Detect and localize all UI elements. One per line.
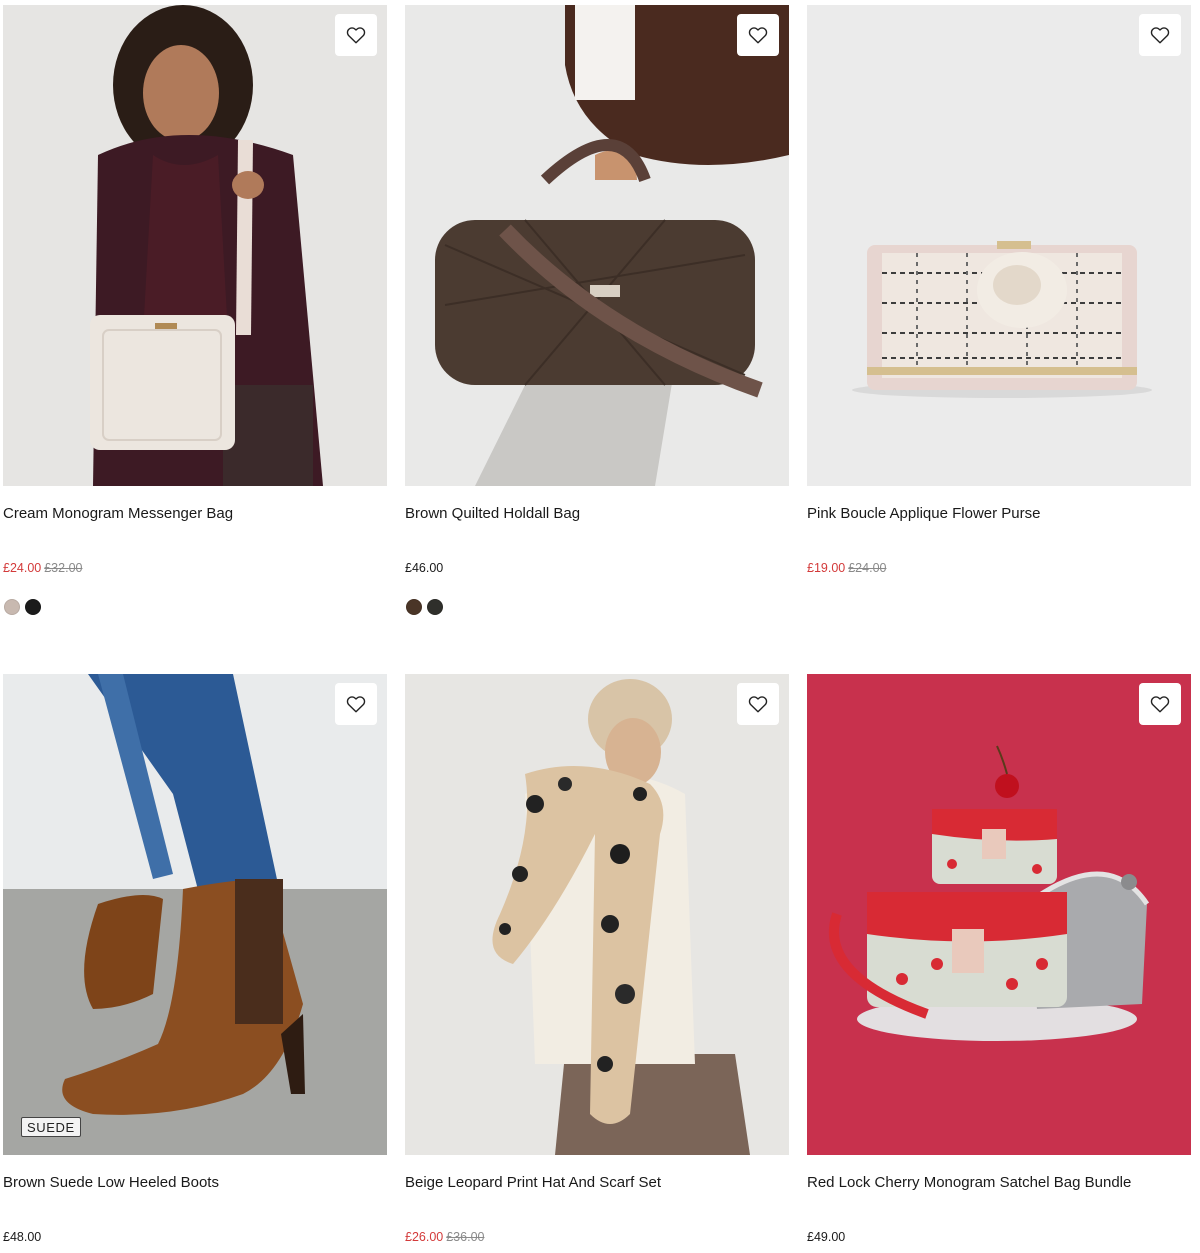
product-price: £26.00 £36.00	[405, 1230, 484, 1244]
wishlist-button[interactable]	[1139, 14, 1181, 56]
product-image[interactable]	[405, 5, 789, 486]
product-title[interactable]: Cream Monogram Messenger Bag	[3, 505, 233, 522]
product-title[interactable]: Beige Leopard Print Hat And Scarf Set	[405, 1174, 661, 1191]
color-swatch-cream[interactable]	[4, 599, 20, 615]
color-swatches	[406, 599, 443, 615]
product-image[interactable]	[3, 5, 387, 486]
material-badge: SUEDE	[21, 1117, 81, 1137]
product-photo-holdall-bag	[405, 5, 789, 486]
product-price: £24.00 £32.00	[3, 561, 82, 575]
product-image[interactable]	[405, 674, 789, 1155]
heart-icon	[1150, 27, 1170, 44]
product-image[interactable]: SUEDE	[3, 674, 387, 1155]
product-card[interactable]: Cream Monogram Messenger Bag £24.00 £32.0…	[3, 5, 387, 615]
regular-price: £46.00	[405, 561, 444, 575]
heart-icon	[346, 27, 366, 44]
color-swatches	[4, 599, 41, 615]
product-price: £49.00	[807, 1230, 845, 1244]
product-title[interactable]: Brown Suede Low Heeled Boots	[3, 1174, 219, 1191]
color-swatch-dark[interactable]	[427, 599, 443, 615]
sale-price: £26.00	[405, 1230, 444, 1244]
product-price: £19.00 £24.00	[807, 561, 886, 575]
heart-icon	[1150, 696, 1170, 713]
product-title[interactable]: Red Lock Cherry Monogram Satchel Bag Bun…	[807, 1174, 1131, 1191]
product-price: £48.00	[3, 1230, 41, 1244]
product-photo-hat-scarf	[405, 674, 789, 1155]
product-price: £46.00	[405, 561, 443, 575]
product-card[interactable]: Beige Leopard Print Hat And Scarf Set £2…	[405, 674, 789, 1244]
wishlist-button[interactable]	[1139, 683, 1181, 725]
wishlist-button[interactable]	[335, 14, 377, 56]
wishlist-button[interactable]	[737, 683, 779, 725]
product-card[interactable]: Red Lock Cherry Monogram Satchel Bag Bun…	[807, 674, 1191, 1244]
product-photo-suede-boots	[3, 674, 387, 1155]
product-title[interactable]: Brown Quilted Holdall Bag	[405, 505, 580, 522]
product-photo-cherry-satchel	[807, 674, 1191, 1155]
product-card[interactable]: Brown Quilted Holdall Bag £46.00	[405, 5, 789, 615]
product-card[interactable]: Pink Boucle Applique Flower Purse £19.00…	[807, 5, 1191, 575]
regular-price: £48.00	[3, 1230, 42, 1244]
product-image[interactable]	[807, 5, 1191, 486]
product-photo-messenger-bag	[3, 5, 387, 486]
color-swatch-brown[interactable]	[406, 599, 422, 615]
heart-icon	[346, 696, 366, 713]
sale-price: £24.00	[3, 561, 42, 575]
product-card[interactable]: SUEDE Brown Suede Low Heeled Boots £48.0…	[3, 674, 387, 1244]
wishlist-button[interactable]	[335, 683, 377, 725]
product-title[interactable]: Pink Boucle Applique Flower Purse	[807, 505, 1040, 522]
was-price: £36.00	[446, 1230, 485, 1244]
was-price: £24.00	[848, 561, 887, 575]
product-image[interactable]	[807, 674, 1191, 1155]
regular-price: £49.00	[807, 1230, 846, 1244]
product-grid: Cream Monogram Messenger Bag £24.00 £32.0…	[0, 0, 1200, 1253]
was-price: £32.00	[44, 561, 83, 575]
wishlist-button[interactable]	[737, 14, 779, 56]
heart-icon	[748, 696, 768, 713]
color-swatch-black[interactable]	[25, 599, 41, 615]
sale-price: £19.00	[807, 561, 846, 575]
heart-icon	[748, 27, 768, 44]
product-photo-flower-purse	[807, 5, 1191, 486]
